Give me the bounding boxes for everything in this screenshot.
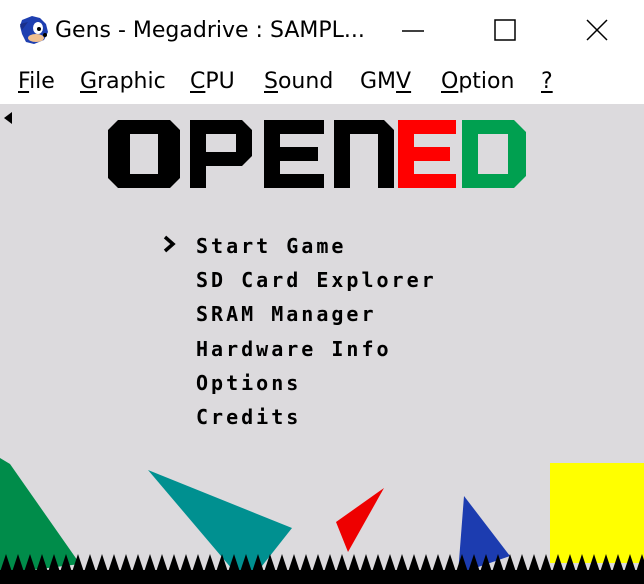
close-button[interactable] [552,0,644,62]
menu-graphic[interactable]: Graphic [80,66,166,98]
menu-file-label: ile [29,69,55,94]
sonic-hedgehog-icon [20,16,48,44]
spike-floor [0,554,644,584]
menu-cpu[interactable]: CPU [190,66,235,98]
menu-option-label: ption [458,69,515,94]
menu-file-mnemonic: F [18,69,30,94]
menu-option-mnemonic: O [441,69,459,94]
game-screen[interactable]: Start Game SD Card Explorer SRAM Manager… [0,104,644,584]
menu-cpu-mnemonic: C [190,69,206,94]
menu-sound[interactable]: Sound [264,66,333,98]
minimize-icon [402,30,424,32]
minimize-button[interactable] [368,0,460,62]
menu-gmv[interactable]: GMV [360,66,411,98]
menu-file[interactable]: File [18,66,55,98]
background-scenery [0,458,644,584]
maximize-icon [494,19,516,41]
menu-gmv-mnemonic: V [396,69,412,94]
yellow-shape [550,463,644,563]
menu-graphic-mnemonic: G [80,69,98,94]
menu-sound-mnemonic: S [264,69,278,94]
menu-bar: File Graphic CPU Sound GMV Option ? [0,62,644,104]
menu-graphic-label: raphic [97,69,166,94]
menu-help-mnemonic: ? [541,69,553,94]
green-shape [0,458,80,574]
window-title: Gens - Megadrive : SAMPL... [55,18,365,43]
close-icon [586,19,608,41]
red-shape [336,488,384,552]
menu-gmv-label: GM [360,69,397,94]
menu-sound-label: ound [277,69,334,94]
menu-cpu-label: PU [205,69,235,94]
menu-help[interactable]: ? [541,66,553,98]
menu-option[interactable]: Option [441,66,514,98]
title-bar[interactable]: Gens - Megadrive : SAMPL... [0,0,644,62]
maximize-button[interactable] [460,0,552,62]
